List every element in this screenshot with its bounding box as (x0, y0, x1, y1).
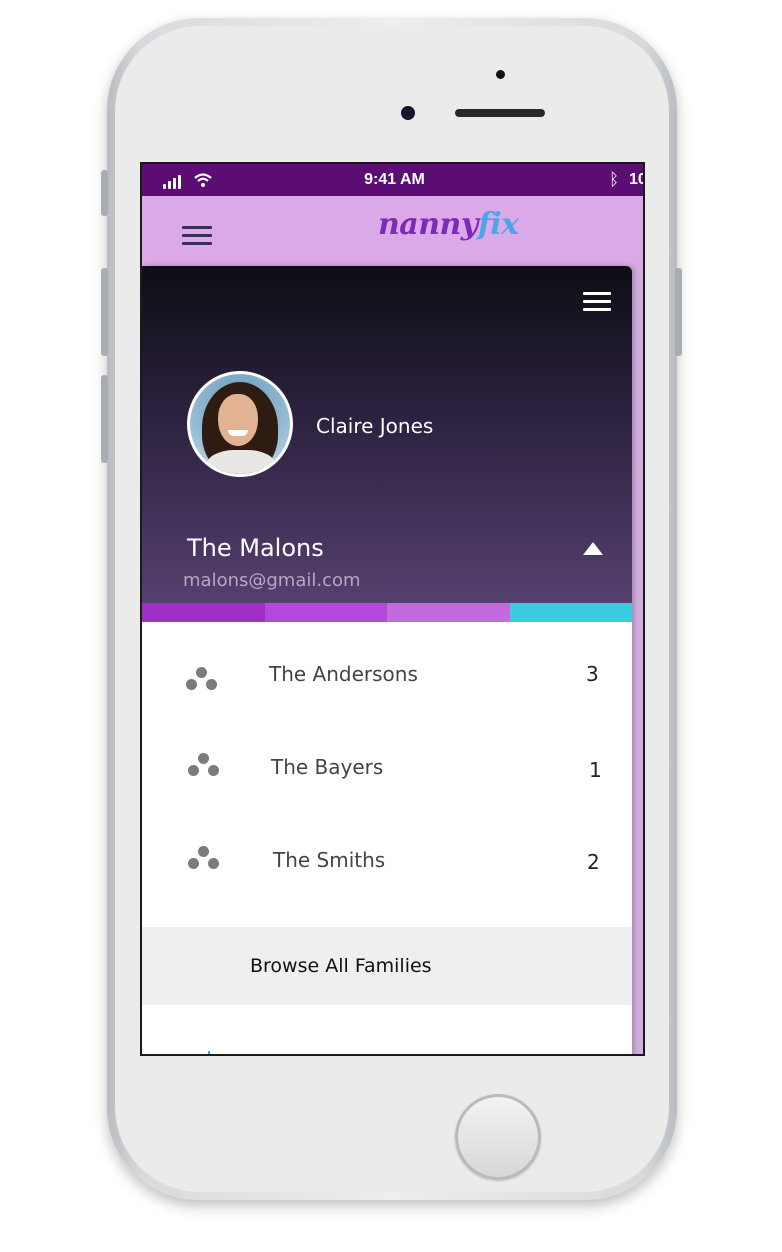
home-button[interactable] (455, 1094, 541, 1180)
current-family-email: malons@gmail.com (183, 570, 361, 591)
front-camera (401, 106, 415, 120)
list-item[interactable]: The Andersons 3 (142, 622, 632, 715)
family-name: The Andersons (269, 662, 418, 686)
browse-all-families-label: Browse All Families (250, 955, 432, 977)
front-sensor (496, 70, 505, 79)
family-group-icon (188, 753, 222, 779)
mute-switch (101, 170, 108, 216)
list-item[interactable]: The Bayers 1 (142, 715, 632, 808)
volume-up-button (101, 268, 108, 356)
screen: 9:41 AM ᛒ 10 nannyfix Claire Jones The M… (140, 162, 645, 1056)
family-count: 1 (589, 758, 602, 782)
family-group-icon (188, 846, 222, 872)
family-group-icon (186, 667, 220, 693)
logo-part-fix: fix (477, 207, 519, 242)
drawer-menu-icon[interactable] (583, 292, 611, 312)
color-segment-3 (387, 603, 510, 622)
power-button (675, 268, 682, 356)
volume-down-button (101, 375, 108, 463)
color-segment-1 (142, 603, 265, 622)
status-bar: 9:41 AM ᛒ 10 (142, 164, 643, 196)
color-segment-4 (509, 603, 632, 622)
avatar[interactable] (187, 371, 293, 477)
navigation-drawer: Claire Jones The Malons malons@gmail.com… (142, 266, 632, 1054)
user-name: Claire Jones (316, 414, 434, 438)
caret-up-icon[interactable] (583, 542, 603, 555)
family-list: The Andersons 3 The Bayers 1 The Smiths … (142, 622, 632, 901)
status-time: 9:41 AM (364, 171, 425, 188)
battery-level: 10 (629, 171, 643, 188)
family-name: The Bayers (271, 755, 384, 779)
logo-part-nanny: nanny (378, 207, 478, 242)
scroll-indicator (208, 1051, 210, 1054)
earpiece-speaker (455, 109, 545, 117)
family-count: 2 (587, 850, 600, 874)
drawer-header: Claire Jones The Malons malons@gmail.com (142, 266, 632, 603)
current-family-name[interactable]: The Malons (187, 534, 324, 562)
family-name: The Smiths (273, 848, 386, 872)
color-segment-2 (264, 603, 387, 622)
family-count: 3 (586, 662, 599, 686)
menu-icon[interactable] (182, 226, 212, 246)
app-header: nannyfix (142, 196, 643, 266)
browse-all-families-button[interactable]: Browse All Families (142, 927, 632, 1005)
app-logo: nannyfix (378, 207, 519, 242)
bluetooth-icon: ᛒ (609, 170, 620, 189)
list-item[interactable]: The Smiths 2 (142, 808, 632, 901)
color-bar (142, 603, 632, 622)
